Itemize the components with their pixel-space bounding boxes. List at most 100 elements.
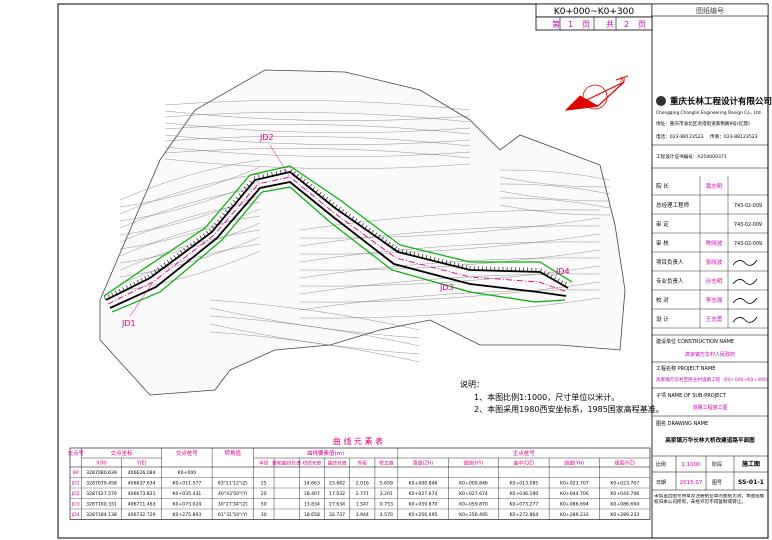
table-cell: 3.201 [380,491,393,497]
topographic-map: JD1 JD2 JD3 JD4 [99,69,626,396]
table-cell: K0+272.864 [510,512,539,518]
curve-element-table: 曲 线 元 素 表 交点号 交点坐标 交点桩号 转角值 曲线要素值(m) 主点桩号 X(N)… [67,436,651,520]
table-cell: K0+035.431 [173,491,202,497]
role-name: 陈晓波 [706,239,723,247]
table-cell: 14.663 [304,481,320,487]
table-cell: 406711.463 [128,502,156,508]
cert-number: 743-02-009 [734,222,762,228]
sheet-total: 2 [624,20,629,29]
notes-block: 说明： 1、本图比例1:1000，尺寸单位以米计。 2、本图采用1980西安坐标… [460,379,664,414]
cert-number: 743-02-009 [734,203,762,209]
drawing-no-label: 图号 [712,480,722,486]
table-cell: K0+000.846 [409,481,438,487]
drawing-title: 高家镇万华长林大桥改建道路平面图 [665,436,755,444]
table-cell: K0+275.893 [173,512,202,518]
stake-range: K0+000~K0+300 [554,7,635,17]
sheet-page: 1 [568,20,573,29]
table-cell: JD1 [71,481,80,487]
jd3-label: JD3 [439,283,454,292]
drawing-no: SS-01-1 [738,479,764,486]
table-subheader: 缓直(HZ) [615,460,635,467]
table-subheader: 圆缓(YH) [564,460,584,467]
table-cell: JD2 [71,491,80,497]
role-name: 黄志明 [706,182,723,190]
cert-number: 743-02-009 [734,241,762,247]
role-name: 张晓波 [706,258,723,266]
table-cell: 50 [261,502,267,508]
table-cell: JD4 [71,512,80,518]
table-header: 转角值 [225,449,242,457]
table-cell: 20 [261,491,267,497]
company-name-en: Chongqing Changlin Engineering Design Co… [656,110,762,116]
table-cell: K0+013.085 [510,481,539,487]
table-cell: 406673.821 [128,491,156,497]
table-cell: 2.771 [356,491,369,497]
table-subheader: Y(E) [136,461,147,467]
company-phone: 电话：023-88123523 [656,133,704,140]
table-subheader: 校正值 [379,460,394,467]
company-license: 工程设计证书编号：A250000371 [656,153,727,160]
table-cell: 30 [261,512,267,518]
table-cell: 5.659 [380,481,393,487]
table-subheader: 半径 [259,460,269,467]
role-name: 孙志明 [706,277,723,285]
project-name: 高家镇万华村至民主村道路工程（K0+000~K0+300） [656,376,770,383]
signature-mark [732,278,758,285]
role-name: 王志勇 [706,315,723,323]
sheet-unit2: 页 [638,20,646,29]
footer-note: 未加盖出图专用章及注册执业章的图纸无效，本图纸版权归本公司所有，未经许可不得复制… [654,494,765,505]
table-cell: 3287127.579 [86,491,117,497]
table-cell: 0.753 [380,502,393,508]
table-cell: K0+011.577 [173,481,202,487]
table-cell: 32.737 [329,512,345,518]
title-block-signatures: 院 长 黄志明总经理工程师 743-02-009 审 定 743-02-009 审 核 陈晓… [652,176,768,329]
drawing-sheet: K0+000~K0+300 第 1 页 共 2 页 JD1 JD2 JD3 JD… [57,3,772,539]
table-header: 交点坐标 [111,449,134,457]
jd2-label: JD2 [259,133,274,142]
table-cell: K0+044.706 [610,491,639,497]
signature-mark [732,316,758,323]
construction-unit: 高家镇万华村人民政府 [685,351,735,358]
table-cell: 2.016 [356,481,369,487]
table-header: 交点号 [67,449,84,457]
signature-mark [732,297,758,304]
table-cell: 406732.729 [128,512,156,518]
scale-value: 1:1000 [681,462,701,468]
table-cell: K0+059.870 [459,502,488,508]
table-cell: 4.570 [380,512,393,518]
table-subheader: X(N) [96,461,107,467]
table-cell: 3.944 [356,512,369,518]
table-header: 曲线要素值(m) [307,449,344,457]
stage-value: 施工图 [742,460,760,468]
title-block: 图纸编号 重庆长林工程设计有限公司 Chongqing Changlin Eng… [651,3,772,505]
table-subheader: 切线长度 [302,460,321,467]
table-cell: 406626.084 [128,470,156,476]
subproject: 道路工程施工图 [692,404,727,411]
svg-text:N: N [620,76,625,84]
table-cell: K0+059.870 [409,502,438,508]
notes-title: 说明： [460,379,484,389]
signature-mark [732,259,758,266]
table-cell: 1.547 [356,502,369,508]
table-cell: K0+289.233 [560,512,589,518]
table-cell: 23.662 [329,481,345,487]
table-cell: 3287184.138 [86,512,117,518]
sheet-header: K0+000~K0+300 第 1 页 共 2 页 [535,3,653,31]
table-cell: K0+027.674 [409,491,438,497]
table-subheader: 缓圆(HY) [464,460,484,467]
table-cell: 17.032 [329,491,345,497]
table-cell: 406637.634 [128,481,156,487]
table-cell: 61°31'54"(Y) [218,512,248,518]
drawing-label: 图名 DRAWING NAME [656,420,708,427]
table-cell: K0+073.024 [173,502,202,508]
table-header: 主点桩号 [513,449,536,457]
table-cell: K0+000.846 [459,481,488,487]
table-cell: K0+289.233 [610,512,639,518]
table-header: 交点桩号 [176,449,199,457]
table-cell: K0+023.707 [560,481,589,487]
stage-label: 阶段 [712,461,722,468]
table-cell: K0+256.495 [409,512,438,518]
jd1-label: JD1 [121,319,136,328]
table-cell: K0+044.706 [560,491,589,497]
role-label: 审 核 [656,239,669,247]
